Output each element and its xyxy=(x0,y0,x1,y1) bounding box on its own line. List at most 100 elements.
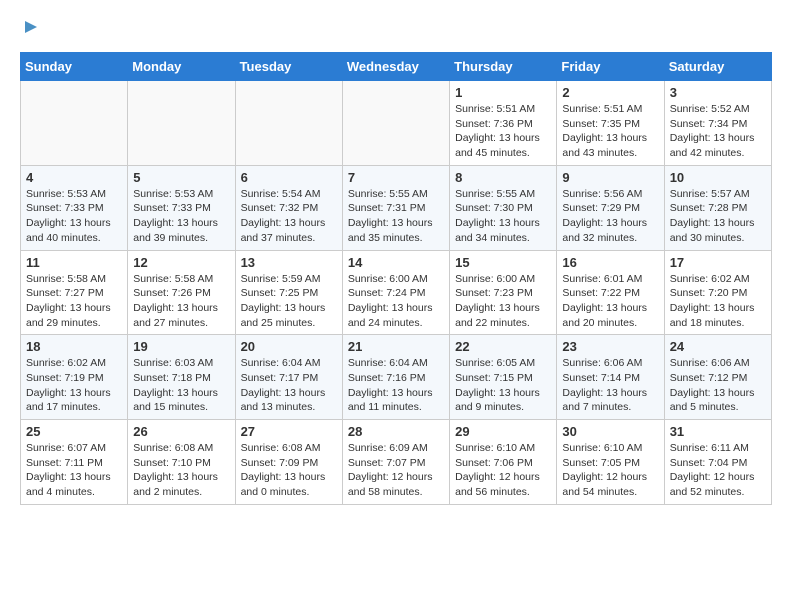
day-number: 20 xyxy=(241,339,337,354)
day-info: Sunrise: 5:53 AM Sunset: 7:33 PM Dayligh… xyxy=(133,187,229,246)
calendar-cell: 15 Sunrise: 6:00 AM Sunset: 7:23 PM Dayli… xyxy=(450,250,557,335)
day-number: 30 xyxy=(562,424,658,439)
day-number: 26 xyxy=(133,424,229,439)
day-number: 17 xyxy=(670,255,766,270)
day-number: 7 xyxy=(348,170,444,185)
day-info: Sunrise: 6:03 AM Sunset: 7:18 PM Dayligh… xyxy=(133,356,229,415)
day-number: 13 xyxy=(241,255,337,270)
calendar-cell: 23Sunrise: 6:06 AM Sunset: 7:14 PM Dayli… xyxy=(557,335,664,420)
weekday-header: Monday xyxy=(128,53,235,81)
day-number: 8 xyxy=(455,170,551,185)
day-number: 1 xyxy=(455,85,551,100)
day-info: Sunrise: 6:02 AM Sunset: 7:19 PM Dayligh… xyxy=(26,356,122,415)
day-info: Sunrise: 6:08 AM Sunset: 7:09 PM Dayligh… xyxy=(241,441,337,500)
day-info: Sunrise: 5:57 AM Sunset: 7:28 PM Dayligh… xyxy=(670,187,766,246)
day-info: Sunrise: 6:10 AM Sunset: 7:05 PM Dayligh… xyxy=(562,441,658,500)
day-info: Sunrise: 6:04 AM Sunset: 7:16 PM Dayligh… xyxy=(348,356,444,415)
calendar-cell: 5 Sunrise: 5:53 AM Sunset: 7:33 PM Daylig… xyxy=(128,165,235,250)
day-number: 6 xyxy=(241,170,337,185)
calendar-cell: 2 Sunrise: 5:51 AM Sunset: 7:35 PM Daylig… xyxy=(557,81,664,166)
day-info: Sunrise: 6:10 AM Sunset: 7:06 PM Dayligh… xyxy=(455,441,551,500)
calendar-cell: 4 Sunrise: 5:53 AM Sunset: 7:33 PM Daylig… xyxy=(21,165,128,250)
calendar-cell: 30 Sunrise: 6:10 AM Sunset: 7:05 PM Dayli… xyxy=(557,420,664,505)
calendar-cell: 6 Sunrise: 5:54 AM Sunset: 7:32 PM Daylig… xyxy=(235,165,342,250)
day-number: 2 xyxy=(562,85,658,100)
weekday-header: Saturday xyxy=(664,53,771,81)
weekday-header: Wednesday xyxy=(342,53,449,81)
day-number: 24 xyxy=(670,339,766,354)
day-number: 15 xyxy=(455,255,551,270)
day-info: Sunrise: 6:00 AM Sunset: 7:23 PM Dayligh… xyxy=(455,272,551,331)
day-info: Sunrise: 5:58 AM Sunset: 7:27 PM Dayligh… xyxy=(26,272,122,331)
day-number: 28 xyxy=(348,424,444,439)
day-number: 22 xyxy=(455,339,551,354)
day-info: Sunrise: 6:05 AM Sunset: 7:15 PM Dayligh… xyxy=(455,356,551,415)
day-info: Sunrise: 5:52 AM Sunset: 7:34 PM Dayligh… xyxy=(670,102,766,161)
day-number: 18 xyxy=(26,339,122,354)
day-info: Sunrise: 5:56 AM Sunset: 7:29 PM Dayligh… xyxy=(562,187,658,246)
day-info: Sunrise: 5:53 AM Sunset: 7:33 PM Dayligh… xyxy=(26,187,122,246)
day-info: Sunrise: 6:08 AM Sunset: 7:10 PM Dayligh… xyxy=(133,441,229,500)
calendar-cell: 1 Sunrise: 5:51 AM Sunset: 7:36 PM Daylig… xyxy=(450,81,557,166)
calendar-cell xyxy=(235,81,342,166)
calendar-cell: 29 Sunrise: 6:10 AM Sunset: 7:06 PM Dayli… xyxy=(450,420,557,505)
calendar-cell: 28Sunrise: 6:09 AM Sunset: 7:07 PM Dayli… xyxy=(342,420,449,505)
day-info: Sunrise: 6:11 AM Sunset: 7:04 PM Dayligh… xyxy=(670,441,766,500)
weekday-header: Sunday xyxy=(21,53,128,81)
calendar-cell: 16Sunrise: 6:01 AM Sunset: 7:22 PM Dayli… xyxy=(557,250,664,335)
weekday-row: SundayMondayTuesdayWednesdayThursdayFrid… xyxy=(21,53,772,81)
day-number: 29 xyxy=(455,424,551,439)
day-number: 25 xyxy=(26,424,122,439)
day-number: 21 xyxy=(348,339,444,354)
calendar-cell: 17 Sunrise: 6:02 AM Sunset: 7:20 PM Dayli… xyxy=(664,250,771,335)
calendar-cell: 11 Sunrise: 5:58 AM Sunset: 7:27 PM Dayli… xyxy=(21,250,128,335)
day-number: 19 xyxy=(133,339,229,354)
calendar-cell: 12 Sunrise: 5:58 AM Sunset: 7:26 PM Dayli… xyxy=(128,250,235,335)
day-info: Sunrise: 5:59 AM Sunset: 7:25 PM Dayligh… xyxy=(241,272,337,331)
calendar-cell: 3 Sunrise: 5:52 AM Sunset: 7:34 PM Daylig… xyxy=(664,81,771,166)
day-info: Sunrise: 5:55 AM Sunset: 7:30 PM Dayligh… xyxy=(455,187,551,246)
calendar-body: 1 Sunrise: 5:51 AM Sunset: 7:36 PM Daylig… xyxy=(21,81,772,505)
day-info: Sunrise: 5:54 AM Sunset: 7:32 PM Dayligh… xyxy=(241,187,337,246)
calendar-cell: 8 Sunrise: 5:55 AM Sunset: 7:30 PM Daylig… xyxy=(450,165,557,250)
calendar-cell: 9 Sunrise: 5:56 AM Sunset: 7:29 PM Daylig… xyxy=(557,165,664,250)
day-info: Sunrise: 5:58 AM Sunset: 7:26 PM Dayligh… xyxy=(133,272,229,331)
day-number: 5 xyxy=(133,170,229,185)
day-info: Sunrise: 6:06 AM Sunset: 7:14 PM Dayligh… xyxy=(562,356,658,415)
day-info: Sunrise: 6:02 AM Sunset: 7:20 PM Dayligh… xyxy=(670,272,766,331)
day-info: Sunrise: 5:51 AM Sunset: 7:35 PM Dayligh… xyxy=(562,102,658,161)
calendar-cell: 20 Sunrise: 6:04 AM Sunset: 7:17 PM Dayli… xyxy=(235,335,342,420)
weekday-header: Friday xyxy=(557,53,664,81)
calendar-week-row: 18 Sunrise: 6:02 AM Sunset: 7:19 PM Dayli… xyxy=(21,335,772,420)
day-number: 9 xyxy=(562,170,658,185)
day-number: 27 xyxy=(241,424,337,439)
calendar-week-row: 11 Sunrise: 5:58 AM Sunset: 7:27 PM Dayli… xyxy=(21,250,772,335)
calendar-header: SundayMondayTuesdayWednesdayThursdayFrid… xyxy=(21,53,772,81)
calendar-week-row: 4 Sunrise: 5:53 AM Sunset: 7:33 PM Daylig… xyxy=(21,165,772,250)
day-number: 12 xyxy=(133,255,229,270)
day-number: 10 xyxy=(670,170,766,185)
day-number: 16 xyxy=(562,255,658,270)
day-number: 4 xyxy=(26,170,122,185)
calendar-table: SundayMondayTuesdayWednesdayThursdayFrid… xyxy=(20,52,772,505)
logo-arrow-icon xyxy=(22,18,40,36)
calendar-cell: 10 Sunrise: 5:57 AM Sunset: 7:28 PM Dayli… xyxy=(664,165,771,250)
day-number: 31 xyxy=(670,424,766,439)
day-number: 11 xyxy=(26,255,122,270)
day-info: Sunrise: 5:55 AM Sunset: 7:31 PM Dayligh… xyxy=(348,187,444,246)
calendar-cell: 25Sunrise: 6:07 AM Sunset: 7:11 PM Dayli… xyxy=(21,420,128,505)
day-info: Sunrise: 6:04 AM Sunset: 7:17 PM Dayligh… xyxy=(241,356,337,415)
day-info: Sunrise: 6:00 AM Sunset: 7:24 PM Dayligh… xyxy=(348,272,444,331)
day-info: Sunrise: 5:51 AM Sunset: 7:36 PM Dayligh… xyxy=(455,102,551,161)
calendar-cell: 21 Sunrise: 6:04 AM Sunset: 7:16 PM Dayli… xyxy=(342,335,449,420)
calendar-cell: 22 Sunrise: 6:05 AM Sunset: 7:15 PM Dayli… xyxy=(450,335,557,420)
calendar-cell: 14Sunrise: 6:00 AM Sunset: 7:24 PM Dayli… xyxy=(342,250,449,335)
calendar-cell: 7 Sunrise: 5:55 AM Sunset: 7:31 PM Daylig… xyxy=(342,165,449,250)
calendar-cell xyxy=(128,81,235,166)
calendar-cell xyxy=(21,81,128,166)
calendar-cell: 31 Sunrise: 6:11 AM Sunset: 7:04 PM Dayli… xyxy=(664,420,771,505)
calendar-cell: 18 Sunrise: 6:02 AM Sunset: 7:19 PM Dayli… xyxy=(21,335,128,420)
weekday-header: Tuesday xyxy=(235,53,342,81)
day-number: 3 xyxy=(670,85,766,100)
calendar-cell: 26 Sunrise: 6:08 AM Sunset: 7:10 PM Dayli… xyxy=(128,420,235,505)
